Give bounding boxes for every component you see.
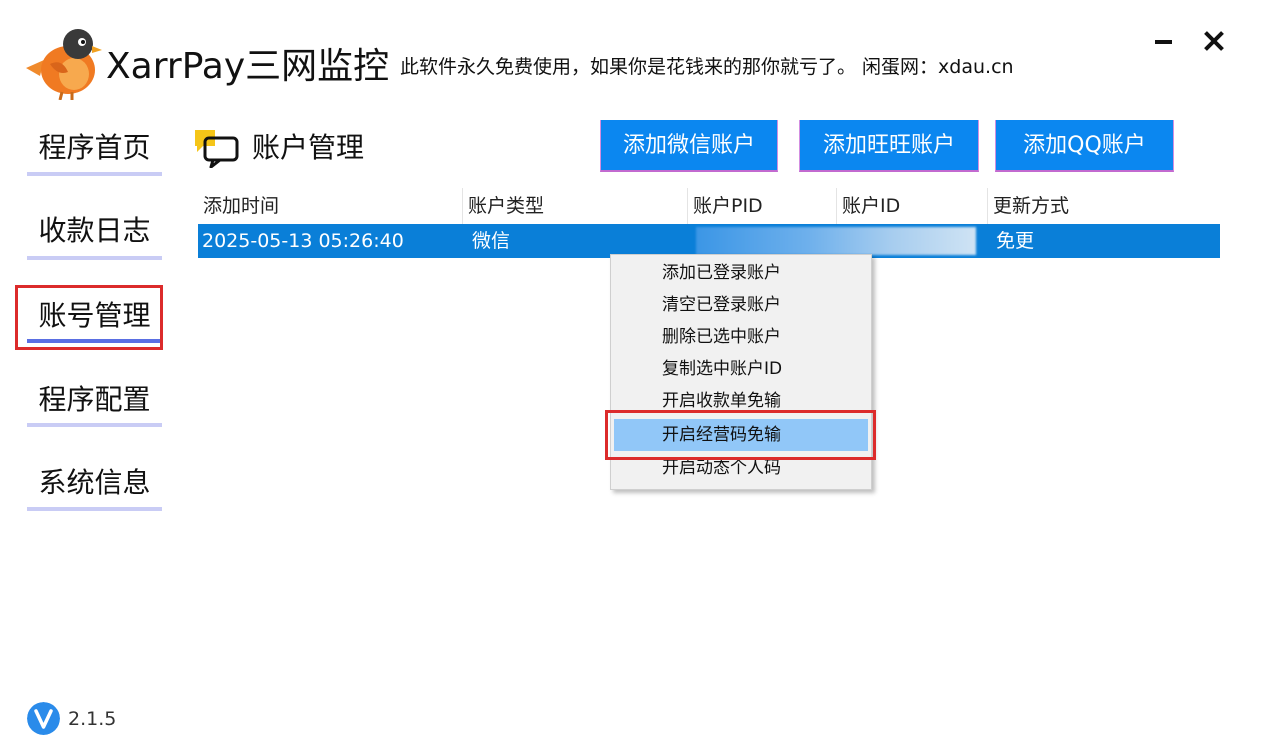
column-header-account-id[interactable]: 账户ID	[837, 188, 988, 224]
sidebar-item-label: 程序首页	[38, 131, 151, 164]
sidebar-item-underline	[27, 339, 162, 343]
sidebar-item-system-info[interactable]: 系统信息	[27, 463, 162, 511]
cell-update-method: 免更	[996, 230, 1035, 252]
add-wangwang-account-button[interactable]: 添加旺旺账户	[799, 120, 979, 172]
add-wechat-account-button[interactable]: 添加微信账户	[600, 120, 778, 172]
menu-item-add-logged-in-account[interactable]: 添加已登录账户	[614, 257, 868, 289]
table-row[interactable]: 2025-05-13 05:26:40 微信 免更	[198, 224, 1220, 258]
cell-account-type: 微信	[472, 230, 511, 252]
sidebar-item-label: 收款日志	[38, 214, 151, 247]
context-menu: 添加已登录账户 清空已登录账户 删除已选中账户 复制选中账户ID 开启收款单免输…	[610, 254, 872, 490]
menu-item-enable-receipt-free-input[interactable]: 开启收款单免输	[614, 385, 868, 417]
add-qq-account-button[interactable]: 添加QQ账户	[995, 120, 1174, 172]
menu-item-enable-dynamic-personal-code[interactable]: 开启动态个人码	[614, 452, 868, 484]
table-header: 添加时间 账户类型 账户PID 账户ID 更新方式	[198, 188, 1220, 224]
version-icon	[27, 702, 60, 735]
column-header-account-type[interactable]: 账户类型	[463, 188, 688, 224]
app-title: XarrPay三网监控	[106, 46, 390, 87]
column-header-update-method[interactable]: 更新方式	[988, 188, 1220, 224]
bird-logo-icon	[26, 29, 102, 100]
sidebar-item-label: 账号管理	[38, 299, 151, 332]
section-title: 账户管理	[252, 131, 365, 164]
accounts-table: 添加时间 账户类型 账户PID 账户ID 更新方式 2025-05-13 05:…	[198, 188, 1220, 258]
sidebar-item-account-management[interactable]: 账号管理	[27, 296, 162, 343]
version-label: 2.1.5	[68, 708, 117, 730]
sidebar-item-label: 程序配置	[38, 383, 151, 416]
sidebar-item-underline	[27, 507, 162, 511]
sidebar-item-home[interactable]: 程序首页	[27, 128, 162, 176]
sidebar-item-payment-log[interactable]: 收款日志	[27, 211, 162, 260]
menu-item-clear-logged-in-accounts[interactable]: 清空已登录账户	[614, 289, 868, 321]
chat-bubble-icon	[195, 130, 239, 168]
minimize-icon[interactable]	[1148, 26, 1178, 56]
sidebar-item-underline	[27, 423, 162, 427]
sidebar-item-underline	[27, 256, 162, 260]
app-window: XarrPay三网监控 此软件永久免费使用，如果你是花钱来的那你就亏了。 闲蛋网…	[0, 0, 1265, 750]
sidebar-item-label: 系统信息	[38, 466, 151, 499]
sidebar-item-underline	[27, 172, 162, 176]
sidebar-item-config[interactable]: 程序配置	[27, 380, 162, 427]
menu-item-delete-selected-account[interactable]: 删除已选中账户	[614, 321, 868, 353]
menu-item-copy-selected-account-id[interactable]: 复制选中账户ID	[614, 353, 868, 385]
app-subtitle: 此软件永久免费使用，如果你是花钱来的那你就亏了。 闲蛋网：xdau.cn	[400, 56, 1014, 78]
column-header-account-pid[interactable]: 账户PID	[688, 188, 837, 224]
column-header-add-time[interactable]: 添加时间	[198, 188, 463, 224]
redacted-pid-id	[696, 227, 976, 255]
close-icon[interactable]	[1200, 26, 1230, 56]
menu-item-enable-business-code-free-input[interactable]: 开启经营码免输	[614, 419, 868, 451]
cell-add-time: 2025-05-13 05:26:40	[202, 230, 404, 252]
